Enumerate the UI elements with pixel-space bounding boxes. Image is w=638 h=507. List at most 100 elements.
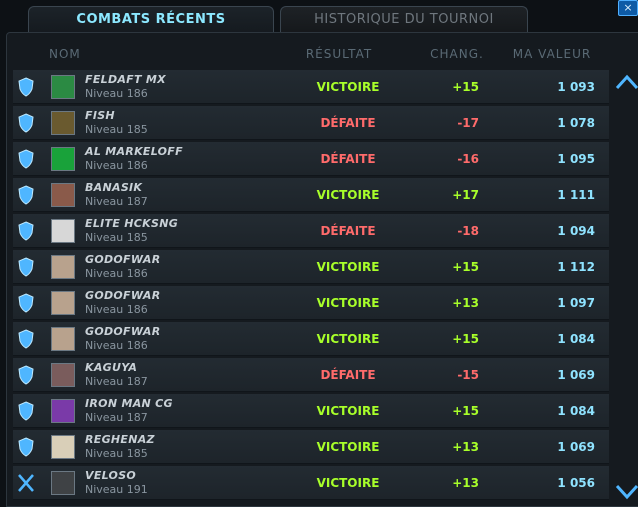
header-result: RÉSULTAT [305,47,373,61]
player-name[interactable]: FELDAFT MX [85,73,166,86]
player-name[interactable]: BANASIK [85,181,142,194]
rating-change: +13 [452,440,479,454]
table-row[interactable]: GODOFWAR Niveau 186 VICTOIRE +15 1 112 [13,250,609,284]
table-row[interactable]: AL MARKELOFF Niveau 186 DÉFAITE -16 1 09… [13,142,609,176]
table-row[interactable]: VELOSO Niveau 191 VICTOIRE +13 1 056 [13,466,609,500]
result: DÉFAITE [320,152,376,166]
my-rating: 1 112 [557,260,595,274]
result: VICTOIRE [316,476,380,490]
shield-icon [17,185,35,205]
header-value: MA VALEUR [512,47,592,61]
result: VICTOIRE [316,440,380,454]
player-level: Niveau 185 [85,447,148,460]
recent-combats-panel: NOM RÉSULTAT CHANG. MA VALEUR FELDAFT MX… [6,32,638,507]
player-name[interactable]: GODOFWAR [85,253,161,266]
my-rating: 1 095 [557,152,595,166]
rating-change: -16 [457,152,479,166]
shield-icon [17,365,35,385]
tab-combats-recents[interactable]: COMBATS RÉCENTS [28,6,274,33]
rating-change: +15 [452,404,479,418]
my-rating: 1 069 [557,368,595,382]
player-name[interactable]: KAGUYA [85,361,137,374]
rating-change: +15 [452,332,479,346]
player-level: Niveau 185 [85,123,148,136]
my-rating: 1 093 [557,80,595,94]
rating-change: +15 [452,80,479,94]
player-name[interactable]: FISH [85,109,115,122]
result: VICTOIRE [316,260,380,274]
table-row[interactable]: GODOFWAR Niveau 186 VICTOIRE +13 1 097 [13,286,609,320]
table-row[interactable]: BANASIK Niveau 187 VICTOIRE +17 1 111 [13,178,609,212]
result: DÉFAITE [320,368,376,382]
player-level: Niveau 187 [85,375,148,388]
rating-change: +13 [452,296,479,310]
avatar[interactable] [51,327,75,351]
rating-change: -17 [457,116,479,130]
shield-icon [17,293,35,313]
avatar[interactable] [51,363,75,387]
rating-change: -18 [457,224,479,238]
player-name[interactable]: REGHENAZ [85,433,155,446]
shield-icon [17,257,35,277]
player-name[interactable]: AL MARKELOFF [85,145,183,158]
table-row[interactable]: FELDAFT MX Niveau 186 VICTOIRE +15 1 093 [13,70,609,104]
table-row[interactable]: FISH Niveau 185 DÉFAITE -17 1 078 [13,106,609,140]
tab-bar: COMBATS RÉCENTS HISTORIQUE DU TOURNOI × [0,0,638,34]
my-rating: 1 069 [557,440,595,454]
table-row[interactable]: KAGUYA Niveau 187 DÉFAITE -15 1 069 [13,358,609,392]
avatar[interactable] [51,291,75,315]
table-row[interactable]: ELITE HCKSNG Niveau 185 DÉFAITE -18 1 09… [13,214,609,248]
shield-icon [17,113,35,133]
header-change: CHANG. [430,47,484,61]
scroll-up-button[interactable] [615,73,638,91]
avatar[interactable] [51,147,75,171]
shield-icon [17,221,35,241]
result: VICTOIRE [316,188,380,202]
result: DÉFAITE [320,116,376,130]
my-rating: 1 056 [557,476,595,490]
player-name[interactable]: IRON MAN CG [85,397,173,410]
avatar[interactable] [51,183,75,207]
close-button[interactable]: × [618,0,638,16]
player-name[interactable]: ELITE HCKSNG [85,217,178,230]
result: VICTOIRE [316,332,380,346]
result: DÉFAITE [320,224,376,238]
player-level: Niveau 186 [85,87,148,100]
player-level: Niveau 187 [85,195,148,208]
avatar[interactable] [51,471,75,495]
my-rating: 1 084 [557,332,595,346]
avatar[interactable] [51,255,75,279]
avatar[interactable] [51,399,75,423]
result: VICTOIRE [316,80,380,94]
shield-icon [17,77,35,97]
chevron-down-icon [615,484,638,500]
my-rating: 1 078 [557,116,595,130]
my-rating: 1 094 [557,224,595,238]
player-name[interactable]: VELOSO [85,469,136,482]
player-level: Niveau 186 [85,303,148,316]
avatar[interactable] [51,75,75,99]
result: VICTOIRE [316,296,380,310]
swords-icon [17,473,35,493]
avatar[interactable] [51,111,75,135]
result: VICTOIRE [316,404,380,418]
player-level: Niveau 187 [85,411,148,424]
scroll-down-button[interactable] [615,483,638,501]
rating-change: +17 [452,188,479,202]
my-rating: 1 111 [557,188,595,202]
table-row[interactable]: IRON MAN CG Niveau 187 VICTOIRE +15 1 08… [13,394,609,428]
table-row[interactable]: GODOFWAR Niveau 186 VICTOIRE +15 1 084 [13,322,609,356]
rating-change: +13 [452,476,479,490]
avatar[interactable] [51,219,75,243]
player-level: Niveau 186 [85,159,148,172]
player-name[interactable]: GODOFWAR [85,289,161,302]
player-name[interactable]: GODOFWAR [85,325,161,338]
shield-icon [17,149,35,169]
avatar[interactable] [51,435,75,459]
table-row[interactable]: REGHENAZ Niveau 185 VICTOIRE +13 1 069 [13,430,609,464]
player-level: Niveau 191 [85,483,148,496]
shield-icon [17,437,35,457]
rating-change: -15 [457,368,479,382]
tab-historique-tournoi[interactable]: HISTORIQUE DU TOURNOI [280,6,528,33]
header-name: NOM [49,47,81,61]
